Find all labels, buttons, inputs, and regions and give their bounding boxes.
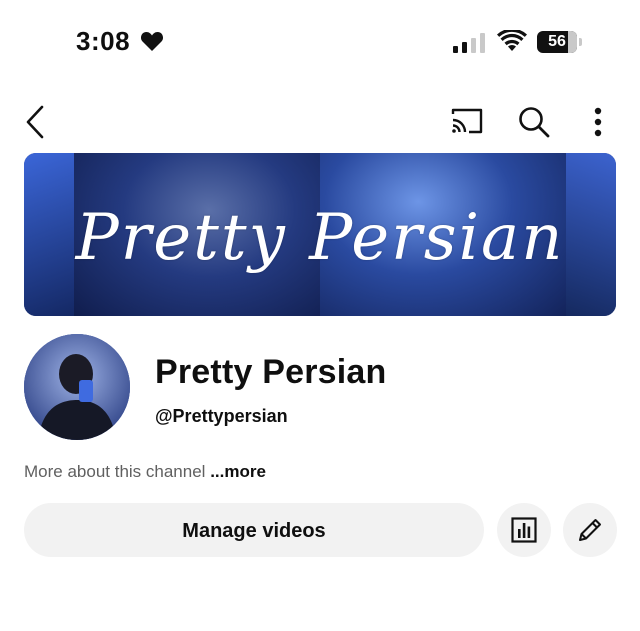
channel-about[interactable]: More about this channel ...more — [24, 462, 266, 482]
status-time: 3:08 — [76, 26, 131, 56]
manage-videos-button[interactable]: Manage videos — [24, 503, 484, 557]
cast-icon — [451, 108, 483, 134]
back-button[interactable] — [20, 104, 52, 140]
heart-icon — [140, 30, 164, 57]
channel-handle: @Prettypersian — [155, 406, 288, 426]
avatar-image — [24, 334, 130, 440]
pencil-icon — [579, 519, 601, 541]
battery-icon: 56 — [537, 31, 577, 53]
more-options-button[interactable] — [588, 104, 608, 140]
battery-level: 56 — [548, 33, 566, 50]
edit-button[interactable] — [563, 503, 617, 557]
vertical-dots-icon — [594, 107, 602, 137]
about-text: More about this channel — [24, 462, 206, 481]
analytics-button[interactable] — [497, 503, 551, 557]
banner-title: Pretty Persian — [75, 201, 565, 275]
search-button[interactable] — [516, 104, 552, 140]
more-link[interactable]: ...more — [210, 462, 266, 481]
avatar[interactable] — [24, 334, 130, 440]
channel-name: Pretty Persian — [155, 353, 387, 391]
search-icon — [519, 107, 550, 138]
cast-button[interactable] — [449, 106, 485, 138]
wifi-icon — [497, 28, 527, 57]
chevron-left-icon — [26, 105, 44, 139]
battery-cap — [579, 38, 582, 46]
bar-chart-icon — [511, 517, 537, 543]
cellular-signal-icon — [453, 32, 485, 53]
channel-banner: Pretty Persian — [24, 153, 616, 316]
